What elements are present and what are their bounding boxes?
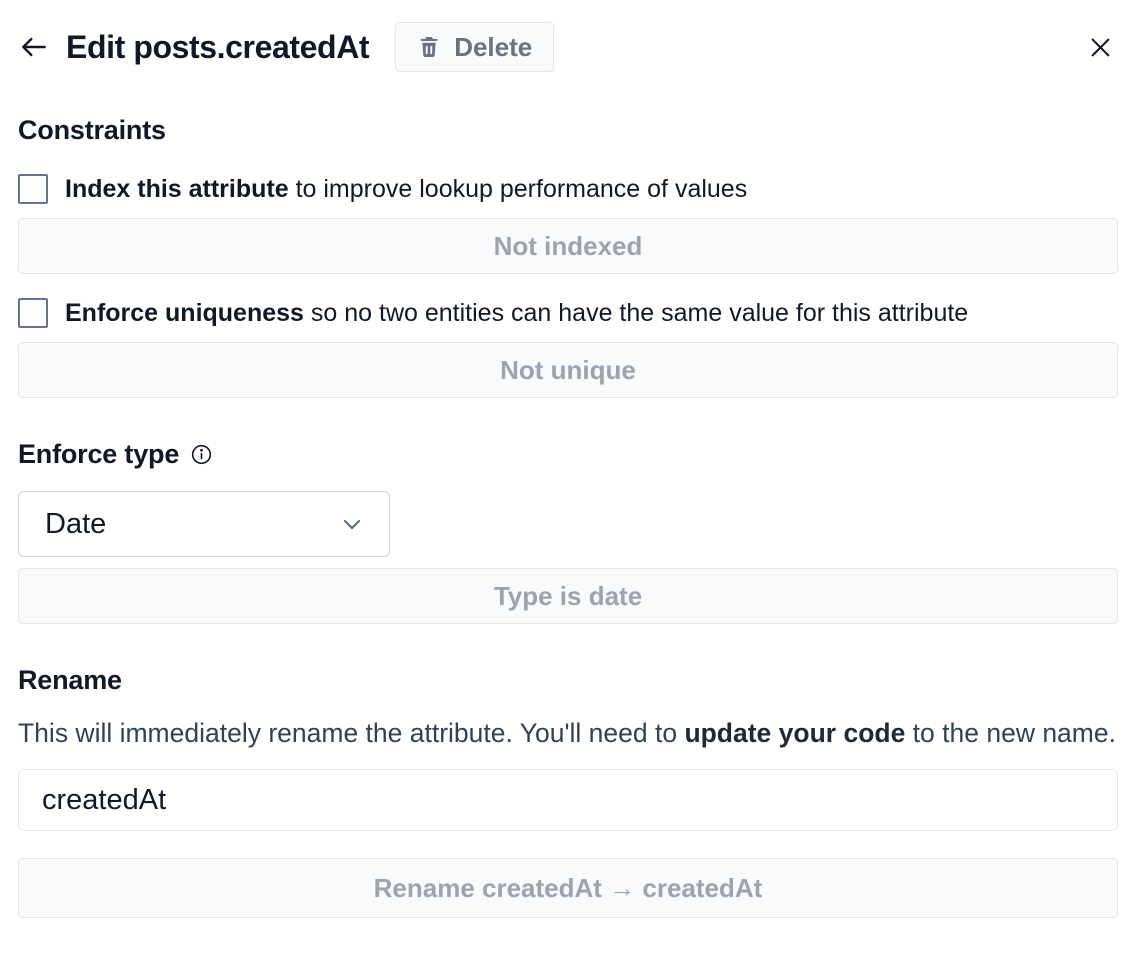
close-icon: [1087, 34, 1114, 61]
panel-header: Edit posts.createdAt Delete: [18, 21, 1118, 73]
page-title: Edit posts.createdAt: [66, 29, 369, 66]
index-attribute-row: Index this attribute to improve lookup p…: [18, 173, 1118, 205]
type-status-button[interactable]: Type is date: [18, 568, 1118, 624]
index-checkbox[interactable]: [18, 174, 48, 204]
rename-heading: Rename: [18, 665, 1118, 696]
back-button[interactable]: [18, 31, 50, 63]
enforce-type-heading-label: Enforce type: [18, 439, 179, 470]
unique-status-button[interactable]: Not unique: [18, 342, 1118, 398]
enforce-uniqueness-row: Enforce uniqueness so no two entities ca…: [18, 297, 1118, 329]
uniqueness-label: Enforce uniqueness so no two entities ca…: [65, 297, 968, 329]
enforce-type-heading: Enforce type: [18, 439, 1118, 470]
rename-description: This will immediately rename the attribu…: [18, 711, 1118, 755]
info-icon[interactable]: [190, 443, 213, 466]
chevron-down-icon: [338, 510, 366, 538]
edit-attribute-panel: Edit posts.createdAt Delete Constraints …: [0, 0, 1136, 918]
index-status-button[interactable]: Not indexed: [18, 218, 1118, 274]
close-button[interactable]: [1083, 30, 1118, 65]
type-select-value: Date: [45, 508, 106, 541]
rename-input[interactable]: [18, 769, 1118, 831]
arrow-left-icon: [18, 31, 50, 63]
rename-submit-button[interactable]: Rename createdAt → createdAt: [18, 858, 1118, 918]
delete-button[interactable]: Delete: [395, 22, 554, 72]
uniqueness-checkbox[interactable]: [18, 298, 48, 328]
type-select[interactable]: Date: [18, 491, 390, 557]
delete-button-label: Delete: [454, 32, 532, 63]
index-label: Index this attribute to improve lookup p…: [65, 173, 747, 205]
trash-icon: [417, 35, 441, 59]
constraints-heading: Constraints: [18, 115, 1118, 146]
